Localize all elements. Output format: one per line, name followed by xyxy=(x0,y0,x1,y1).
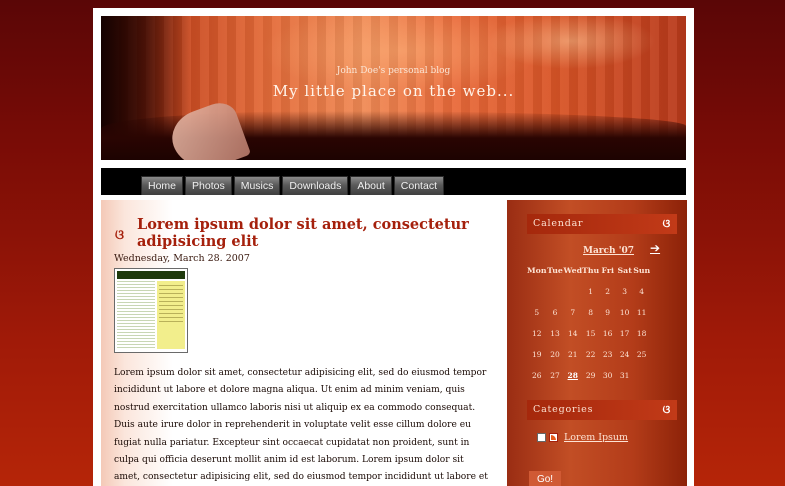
main-content: ଓ Lorem ipsum dolor sit amet, consectetu… xyxy=(101,200,499,486)
weekday-label: Thu xyxy=(582,266,600,275)
calendar-day: 1 xyxy=(588,287,593,296)
post-title[interactable]: Lorem ipsum dolor sit amet, consectetur … xyxy=(137,216,487,250)
weekday-label: Fri xyxy=(601,266,614,275)
category-item: Lorem Ipsum xyxy=(537,430,628,444)
calendar-day: 17 xyxy=(619,329,630,338)
calendar-day: 6 xyxy=(552,308,558,317)
calendar-day: 19 xyxy=(531,350,542,359)
category-checkbox[interactable] xyxy=(537,432,546,442)
calendar-day: 10 xyxy=(619,308,630,317)
swirl-icon: ଓ xyxy=(115,228,124,243)
calendar-day: 29 xyxy=(585,371,596,380)
blog-header: John Doe's personal blog My little place… xyxy=(101,16,686,160)
page-container: John Doe's personal blog My little place… xyxy=(93,8,694,486)
nav-item-downloads[interactable]: Downloads xyxy=(282,176,349,195)
calendar-week-row: 1 2 3 4 xyxy=(527,281,650,302)
calendar-day: 25 xyxy=(636,350,647,359)
calendar-heading: Calendar ଓ xyxy=(527,214,677,234)
swirl-icon: ଓ xyxy=(662,403,671,416)
calendar-day: 22 xyxy=(585,350,596,359)
calendar-day: 20 xyxy=(550,350,560,359)
calendar-day: 26 xyxy=(531,371,542,380)
sidebar: Calendar ଓ March '07 ➔ Mon Tue Wed Thu F… xyxy=(507,200,687,486)
calendar-day: 4 xyxy=(639,287,645,296)
calendar-day: 13 xyxy=(550,329,560,338)
nav-item-home[interactable]: Home xyxy=(141,176,184,195)
calendar-day: 2 xyxy=(605,287,611,296)
calendar-day: 11 xyxy=(636,308,647,317)
calendar-day[interactable]: 28 xyxy=(564,365,583,386)
calendar-week-row: 5 6 7 8 9 10 11 xyxy=(527,302,650,323)
calendar-heading-label: Calendar xyxy=(533,218,584,229)
blog-owner: John Doe's personal blog xyxy=(336,66,451,76)
calendar-empty-cell xyxy=(527,281,547,302)
blog-tagline: My little place on the web... xyxy=(272,82,515,100)
calendar-day: 5 xyxy=(534,308,540,317)
calendar-empty-cell xyxy=(547,281,564,302)
post-date: Wednesday, March 28. 2007 xyxy=(114,253,250,264)
calendar-day: 16 xyxy=(602,329,613,338)
thumbnail-header xyxy=(117,271,185,279)
calendar-week-row: 26 27 28 29 30 31 xyxy=(527,365,650,386)
category-link[interactable]: Lorem Ipsum xyxy=(564,432,628,443)
calendar-day: 9 xyxy=(605,308,611,317)
calendar-empty-cell xyxy=(633,365,650,386)
calendar-day: 18 xyxy=(636,329,647,338)
calendar-empty-cell xyxy=(564,281,583,302)
rss-feed-icon[interactable] xyxy=(549,432,558,442)
categories-heading-label: Categories xyxy=(533,404,594,415)
nav-item-about[interactable]: About xyxy=(350,176,392,195)
calendar-week-row: 12 13 14 15 16 17 18 xyxy=(527,323,650,344)
weekday-label: Mon xyxy=(527,266,547,275)
nav-item-contact[interactable]: Contact xyxy=(393,176,444,195)
main-nav: Home Photos Musics Downloads About Conta… xyxy=(101,168,686,195)
calendar-week-row: 19 20 21 22 23 24 25 xyxy=(527,344,650,365)
post-thumbnail[interactable] xyxy=(114,268,188,353)
go-button[interactable]: Go! xyxy=(529,471,561,486)
calendar-weekday-row: Mon Tue Wed Thu Fri Sat Sun xyxy=(527,260,650,281)
calendar-day: 31 xyxy=(619,371,630,380)
weekday-label: Sun xyxy=(633,266,651,275)
calendar-day: 23 xyxy=(602,350,613,359)
weekday-label: Sat xyxy=(617,266,632,275)
calendar-day: 8 xyxy=(588,308,593,317)
thumbnail-content xyxy=(117,281,155,349)
nav-item-photos[interactable]: Photos xyxy=(185,176,232,195)
thumbnail-sidebar-text xyxy=(159,285,183,325)
nav-list: Home Photos Musics Downloads About Conta… xyxy=(141,176,444,195)
calendar-month[interactable]: March '07 xyxy=(583,246,634,256)
calendar-day: 14 xyxy=(568,329,578,338)
calendar-day: 15 xyxy=(585,329,596,338)
post-body: Lorem ipsum dolor sit amet, consectetur … xyxy=(114,368,488,483)
calendar-day: 24 xyxy=(619,350,630,359)
weekday-label: Tue xyxy=(547,266,563,275)
calendar-grid: Mon Tue Wed Thu Fri Sat Sun 1 2 3 4 5 6 7 8 9 10 1… xyxy=(527,260,650,386)
calendar-day: 21 xyxy=(568,350,578,359)
calendar-day: 30 xyxy=(602,371,613,380)
categories-heading: Categories ଓ xyxy=(527,400,677,420)
nav-item-musics[interactable]: Musics xyxy=(233,176,281,195)
calendar-day: 7 xyxy=(570,308,576,317)
next-month-arrow-icon[interactable]: ➔ xyxy=(650,241,660,255)
calendar-day: 12 xyxy=(531,329,542,338)
weekday-label: Wed xyxy=(563,266,583,275)
calendar-day: 3 xyxy=(622,287,628,296)
calendar-day: 27 xyxy=(550,371,560,380)
swirl-icon: ଓ xyxy=(662,217,671,230)
calendar-body: 1 2 3 4 5 6 7 8 9 10 11 12 13 14 15 16 17 18 19 20 21 22 23 24 2… xyxy=(527,281,650,386)
